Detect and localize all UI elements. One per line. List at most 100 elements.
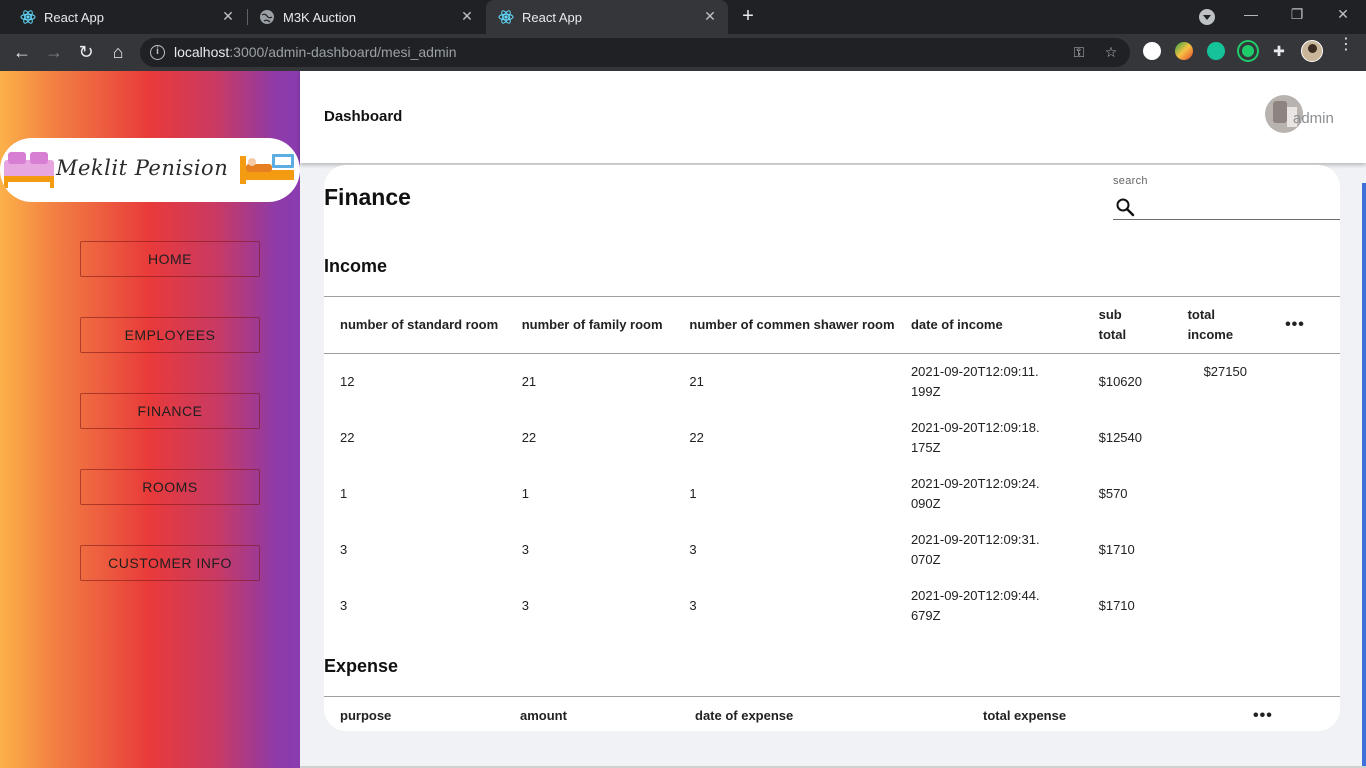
date-cell: 2021-09-20T12:09:18.175Z bbox=[910, 419, 1040, 455]
subtotal-cell: $570 bbox=[1098, 485, 1128, 501]
back-arrow-icon[interactable]: ← bbox=[11, 41, 33, 63]
column-header: number of family room bbox=[521, 317, 663, 332]
sidebar-item-customer-info[interactable]: CUSTOMER INFO bbox=[80, 545, 260, 581]
standard-room-cell: 3 bbox=[340, 541, 348, 557]
browser-menu-icon[interactable]: ⋮ bbox=[1338, 37, 1354, 53]
table-header-row: number of standard room number of family… bbox=[324, 297, 1340, 354]
shower-room-cell: 3 bbox=[689, 597, 697, 613]
home-icon[interactable]: ⌂ bbox=[107, 41, 129, 63]
key-icon[interactable]: ⚿ bbox=[1070, 44, 1088, 61]
total-income-cell bbox=[1172, 410, 1274, 466]
tab-title: M3K Auction bbox=[283, 9, 356, 25]
browser-tab-2[interactable]: M3K Auction ✕ bbox=[239, 0, 485, 34]
column-header: total expense bbox=[983, 707, 1067, 723]
shower-room-cell: 22 bbox=[689, 429, 704, 445]
income-table: number of standard room number of family… bbox=[324, 296, 1340, 634]
tab-search-icon[interactable] bbox=[1199, 9, 1215, 25]
react-icon bbox=[20, 10, 36, 24]
finance-card: Finance search Income number of standard… bbox=[324, 165, 1340, 731]
logo-text: Meklit Penision bbox=[56, 156, 229, 180]
reload-icon[interactable]: ↻ bbox=[75, 41, 97, 63]
column-header: number of commen shawer room bbox=[689, 317, 895, 332]
bookmark-star-icon[interactable]: ☆ bbox=[1102, 44, 1120, 61]
search-input[interactable]: search bbox=[1113, 175, 1340, 220]
subtotal-cell: $1710 bbox=[1098, 597, 1135, 613]
column-header: date of income bbox=[910, 317, 1003, 332]
family-room-cell: 1 bbox=[521, 485, 529, 501]
family-room-cell: 3 bbox=[521, 597, 529, 613]
grammarly-icon[interactable] bbox=[1207, 42, 1225, 60]
more-options-icon[interactable]: ••• bbox=[1251, 697, 1340, 732]
family-room-cell: 21 bbox=[521, 373, 537, 389]
top-header: Dashboard admin bbox=[300, 71, 1366, 163]
scrollbar[interactable] bbox=[1362, 183, 1366, 768]
logo: Meklit Penision bbox=[0, 138, 300, 202]
total-income-cell bbox=[1172, 466, 1274, 522]
table-row: 1 1 1 2021-09-20T12:09:24.090Z $570 bbox=[324, 466, 1340, 522]
date-cell: 2021-09-20T12:09:44.679Z bbox=[910, 587, 1040, 623]
search-label: search bbox=[1113, 175, 1148, 187]
site-info-icon[interactable]: i bbox=[150, 45, 165, 60]
restore-icon[interactable]: ❐ bbox=[1287, 6, 1307, 23]
family-room-cell: 22 bbox=[521, 429, 537, 445]
window-close-icon[interactable]: ✕ bbox=[1333, 6, 1353, 23]
table-row: 3 3 3 2021-09-20T12:09:31.070Z $1710 bbox=[324, 522, 1340, 578]
user-label[interactable]: admin bbox=[1293, 110, 1334, 127]
puzzle-extensions-icon[interactable]: ✚ bbox=[1270, 43, 1288, 60]
app: Meklit Penision HOME EMPLOYEES FINANCE R… bbox=[0, 71, 1366, 768]
total-income-cell bbox=[1172, 522, 1274, 578]
expense-heading: Expense bbox=[324, 656, 399, 676]
address-bar[interactable]: i localhost:3000/admin-dashboard/mesi_ad… bbox=[140, 38, 1130, 67]
profile-avatar[interactable] bbox=[1301, 40, 1323, 62]
green-extension-icon[interactable] bbox=[1239, 42, 1257, 60]
sidebar-item-home[interactable]: HOME bbox=[80, 241, 260, 277]
date-cell: 2021-09-20T12:09:31.070Z bbox=[910, 531, 1040, 567]
forward-arrow-icon[interactable]: → bbox=[43, 41, 65, 63]
column-header: total income bbox=[1187, 307, 1234, 342]
total-income-cell bbox=[1172, 578, 1274, 634]
sidebar: Meklit Penision HOME EMPLOYEES FINANCE R… bbox=[0, 71, 300, 768]
sidebar-item-employees[interactable]: EMPLOYEES bbox=[80, 317, 260, 353]
sidebar-item-rooms[interactable]: ROOMS bbox=[80, 469, 260, 505]
column-header: sub total bbox=[1098, 307, 1127, 342]
more-options-icon[interactable]: ••• bbox=[1273, 297, 1340, 354]
minimize-icon[interactable]: — bbox=[1241, 6, 1261, 22]
table-row: 12 21 21 2021-09-20T12:09:11.199Z $10620… bbox=[324, 354, 1340, 410]
income-heading: Income bbox=[324, 256, 388, 276]
color-extension-icon[interactable] bbox=[1175, 42, 1193, 60]
column-header: number of standard room bbox=[340, 317, 499, 332]
finance-heading: Finance bbox=[324, 184, 411, 210]
column-header: purpose bbox=[340, 707, 392, 723]
standard-room-cell: 3 bbox=[340, 597, 348, 613]
total-income-cell: $27150 bbox=[1203, 364, 1247, 379]
browser-tab-3[interactable]: React App ✕ bbox=[486, 0, 728, 34]
w-extension-icon[interactable] bbox=[1143, 42, 1161, 60]
table-row: 22 22 22 2021-09-20T12:09:18.175Z $12540 bbox=[324, 410, 1340, 466]
subtotal-cell: $1710 bbox=[1098, 541, 1135, 557]
tab-title: React App bbox=[44, 9, 104, 25]
new-tab-button[interactable]: + bbox=[738, 6, 758, 26]
sidebar-item-finance[interactable]: FINANCE bbox=[80, 393, 260, 429]
date-cell: 2021-09-20T12:09:11.199Z bbox=[910, 363, 1039, 399]
close-icon[interactable]: ✕ bbox=[220, 8, 236, 24]
browser-tab-1[interactable]: React App ✕ bbox=[0, 0, 246, 34]
shower-room-cell: 21 bbox=[689, 373, 704, 389]
close-icon[interactable]: ✕ bbox=[702, 8, 718, 24]
column-header: date of expense bbox=[695, 707, 794, 723]
react-icon bbox=[498, 10, 514, 24]
family-room-cell: 3 bbox=[521, 541, 529, 557]
standard-room-cell: 1 bbox=[340, 485, 348, 501]
url-text[interactable]: localhost:3000/admin-dashboard/mesi_admi… bbox=[174, 44, 457, 60]
page-title: Dashboard bbox=[324, 108, 403, 125]
table-row: 3 3 3 2021-09-20T12:09:44.679Z $1710 bbox=[324, 578, 1340, 634]
expense-table: purpose amount date of expense total exp… bbox=[324, 696, 1340, 731]
search-icon[interactable] bbox=[1115, 197, 1135, 217]
close-icon[interactable]: ✕ bbox=[459, 8, 475, 24]
tab-title: React App bbox=[522, 9, 582, 25]
bed-icon bbox=[4, 152, 54, 188]
shower-room-cell: 1 bbox=[689, 485, 697, 501]
person-in-bed-icon bbox=[240, 154, 294, 184]
browser-toolbar: ← → ↻ ⌂ i localhost:3000/admin-dashboard… bbox=[0, 34, 1366, 71]
shower-room-cell: 3 bbox=[689, 541, 697, 557]
globe-icon bbox=[260, 10, 274, 24]
